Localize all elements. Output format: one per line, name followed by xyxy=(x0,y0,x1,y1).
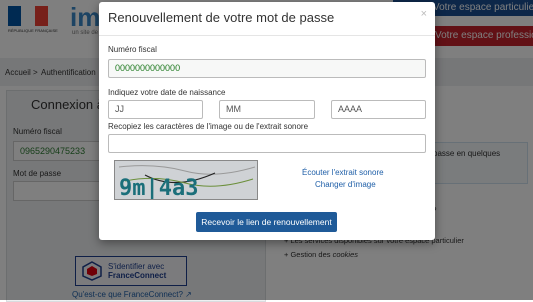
dob-month-input[interactable]: MM xyxy=(219,100,315,119)
submit-renewal-button[interactable]: Recevoir le lien de renouvellement xyxy=(196,212,337,232)
dob-label: Indiquez votre date de naissance xyxy=(108,88,226,97)
dob-year-input[interactable]: AAAA xyxy=(331,100,426,119)
modal-fiscal-input[interactable]: 0000000000000 xyxy=(108,59,426,78)
modal-header: Renouvellement de votre mot de passe × xyxy=(99,2,435,36)
captcha-image: 9m|4a3 xyxy=(114,160,258,200)
audio-captcha-link[interactable]: Écouter l'extrait sonore xyxy=(302,168,384,177)
captcha-label: Recopiez les caractères de l'image ou de… xyxy=(108,122,309,131)
captcha-graphic: 9m|4a3 xyxy=(115,161,257,200)
captcha-text: 9m|4a3 xyxy=(119,176,198,200)
modal-fiscal-label: Numéro fiscal xyxy=(108,45,157,54)
modal-title: Renouvellement de votre mot de passe xyxy=(108,10,335,25)
change-image-link[interactable]: Changer d'image xyxy=(315,180,376,189)
dob-day-input[interactable]: JJ xyxy=(108,100,203,119)
password-renewal-modal: Renouvellement de votre mot de passe × N… xyxy=(99,2,435,240)
close-icon[interactable]: × xyxy=(421,8,427,20)
captcha-input[interactable] xyxy=(108,134,426,153)
